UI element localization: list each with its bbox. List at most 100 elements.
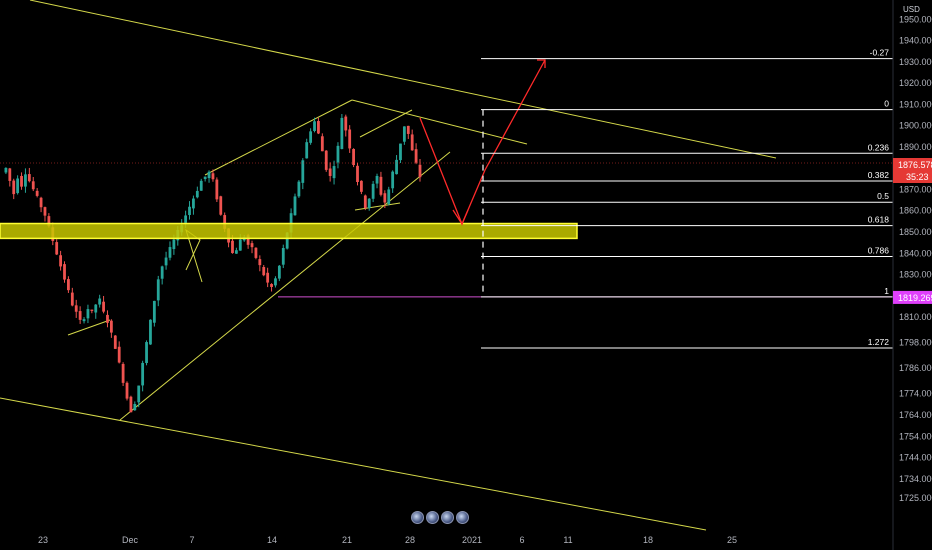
candle-body xyxy=(391,171,395,189)
candle-body xyxy=(328,168,332,176)
candle-body xyxy=(258,259,262,266)
candle-body xyxy=(117,346,121,363)
candle-body xyxy=(360,180,363,192)
candle-body xyxy=(348,129,352,149)
trendline xyxy=(67,319,111,336)
time-tick-label: 11 xyxy=(563,535,572,545)
candle-body xyxy=(63,264,66,280)
candle-body xyxy=(129,396,133,413)
candle-body xyxy=(141,362,145,386)
time-axis[interactable]: 23 Dec 7 14 21 28 2021 6 11 18 25 xyxy=(38,535,737,545)
candle-body xyxy=(211,173,215,180)
candle-body xyxy=(82,319,86,322)
candle-body xyxy=(137,385,141,403)
candle-body xyxy=(317,121,320,134)
candle-body xyxy=(207,171,211,179)
time-tick-label: 25 xyxy=(727,535,737,545)
candle-body xyxy=(16,178,20,194)
candle-body xyxy=(67,279,70,291)
candle-body xyxy=(215,179,219,200)
candle-body xyxy=(387,189,391,204)
event-badge[interactable] xyxy=(426,511,439,524)
candle-body xyxy=(383,193,387,203)
candle-body xyxy=(164,257,168,266)
trendlines xyxy=(0,0,777,531)
candle-body xyxy=(281,248,285,265)
candle-body xyxy=(309,131,313,143)
candle-body xyxy=(356,165,359,182)
price-tick-label: 1910.000 xyxy=(899,99,932,109)
price-tick-label: 1870.000 xyxy=(899,184,932,194)
overlays xyxy=(0,59,893,298)
candle-body xyxy=(320,136,324,152)
price-tick-label: 1754.000 xyxy=(899,431,932,441)
candle-body xyxy=(262,267,266,276)
candle-body xyxy=(27,174,31,182)
event-badges xyxy=(411,511,469,524)
candle-body xyxy=(152,300,156,323)
candle-body xyxy=(371,183,375,199)
price-tick-label: 1890.000 xyxy=(899,142,932,152)
candle-body xyxy=(133,403,137,411)
candle-body xyxy=(274,278,277,286)
candle-body xyxy=(305,142,309,159)
fib-level-label: 0.5 xyxy=(877,191,889,201)
candle-body xyxy=(301,160,305,183)
event-badge[interactable] xyxy=(441,511,454,524)
candle-body xyxy=(8,168,12,181)
price-tick-label: 1930.000 xyxy=(899,57,932,67)
price-chart[interactable]: -0.27 0 0.236 0.382 0.5 0.618 0.786 1 1.272 1950… xyxy=(0,0,932,550)
price-tick-label: 1940.000 xyxy=(899,36,932,46)
price-tick-label: 1900.000 xyxy=(899,121,932,131)
time-tick-label: 14 xyxy=(267,535,277,545)
candle-body xyxy=(195,190,199,198)
candle-body xyxy=(35,190,39,196)
candle-body xyxy=(406,125,410,134)
countdown-value: 35:23 xyxy=(906,172,929,182)
candle-body xyxy=(145,342,148,364)
fib-level-label: 0.618 xyxy=(868,215,890,225)
price-tick-label: 1774.000 xyxy=(899,389,932,399)
candle-body xyxy=(109,320,113,333)
fib-level-label: 0.786 xyxy=(868,245,890,255)
price-tick-label: 1744.000 xyxy=(899,453,932,463)
candle-body xyxy=(20,175,23,187)
candle-body xyxy=(90,309,94,311)
candle-body xyxy=(98,298,102,305)
fib-level-label: 1.272 xyxy=(868,337,890,347)
candle-body xyxy=(375,175,379,184)
candle-body xyxy=(266,272,270,283)
price-tick-label: 1840.000 xyxy=(899,248,932,258)
candle-body xyxy=(43,207,47,216)
candle-body xyxy=(192,198,195,209)
time-tick-label: 28 xyxy=(405,535,415,545)
event-badge[interactable] xyxy=(411,511,424,524)
candle-body xyxy=(250,243,254,248)
price-tick-label: 1860.000 xyxy=(899,206,932,216)
candle-body xyxy=(199,180,203,191)
fib-level-label: -0.27 xyxy=(870,48,890,58)
candle-body xyxy=(102,301,105,312)
fib-level-label: 0.382 xyxy=(868,170,890,180)
price-tick-label: 1830.000 xyxy=(899,270,932,280)
candle-body xyxy=(395,159,398,175)
fib-level-label: 0.236 xyxy=(868,142,890,152)
candle-body xyxy=(297,181,301,197)
chart-stage: -0.27 0 0.236 0.382 0.5 0.618 0.786 1 1.272 1950… xyxy=(0,0,932,550)
price-tick-label: 1920.000 xyxy=(899,78,932,88)
candle-body xyxy=(363,195,367,209)
candle-body xyxy=(332,166,336,179)
currency-label[interactable]: USD xyxy=(903,5,920,14)
price-tick-label: 1798.000 xyxy=(899,338,932,348)
candle-body xyxy=(39,197,43,208)
time-tick-label: 7 xyxy=(189,535,194,545)
candle-body xyxy=(402,126,406,142)
candle-body xyxy=(203,176,207,180)
event-badge[interactable] xyxy=(456,511,469,524)
candle-body xyxy=(277,265,281,279)
candle-body xyxy=(172,239,176,250)
candle-body xyxy=(418,164,422,178)
candle-body xyxy=(24,174,27,187)
price-axis[interactable]: 1950.000 1940.000 1930.000 1920.000 1910.000… xyxy=(892,0,932,550)
candle-body xyxy=(270,284,273,287)
